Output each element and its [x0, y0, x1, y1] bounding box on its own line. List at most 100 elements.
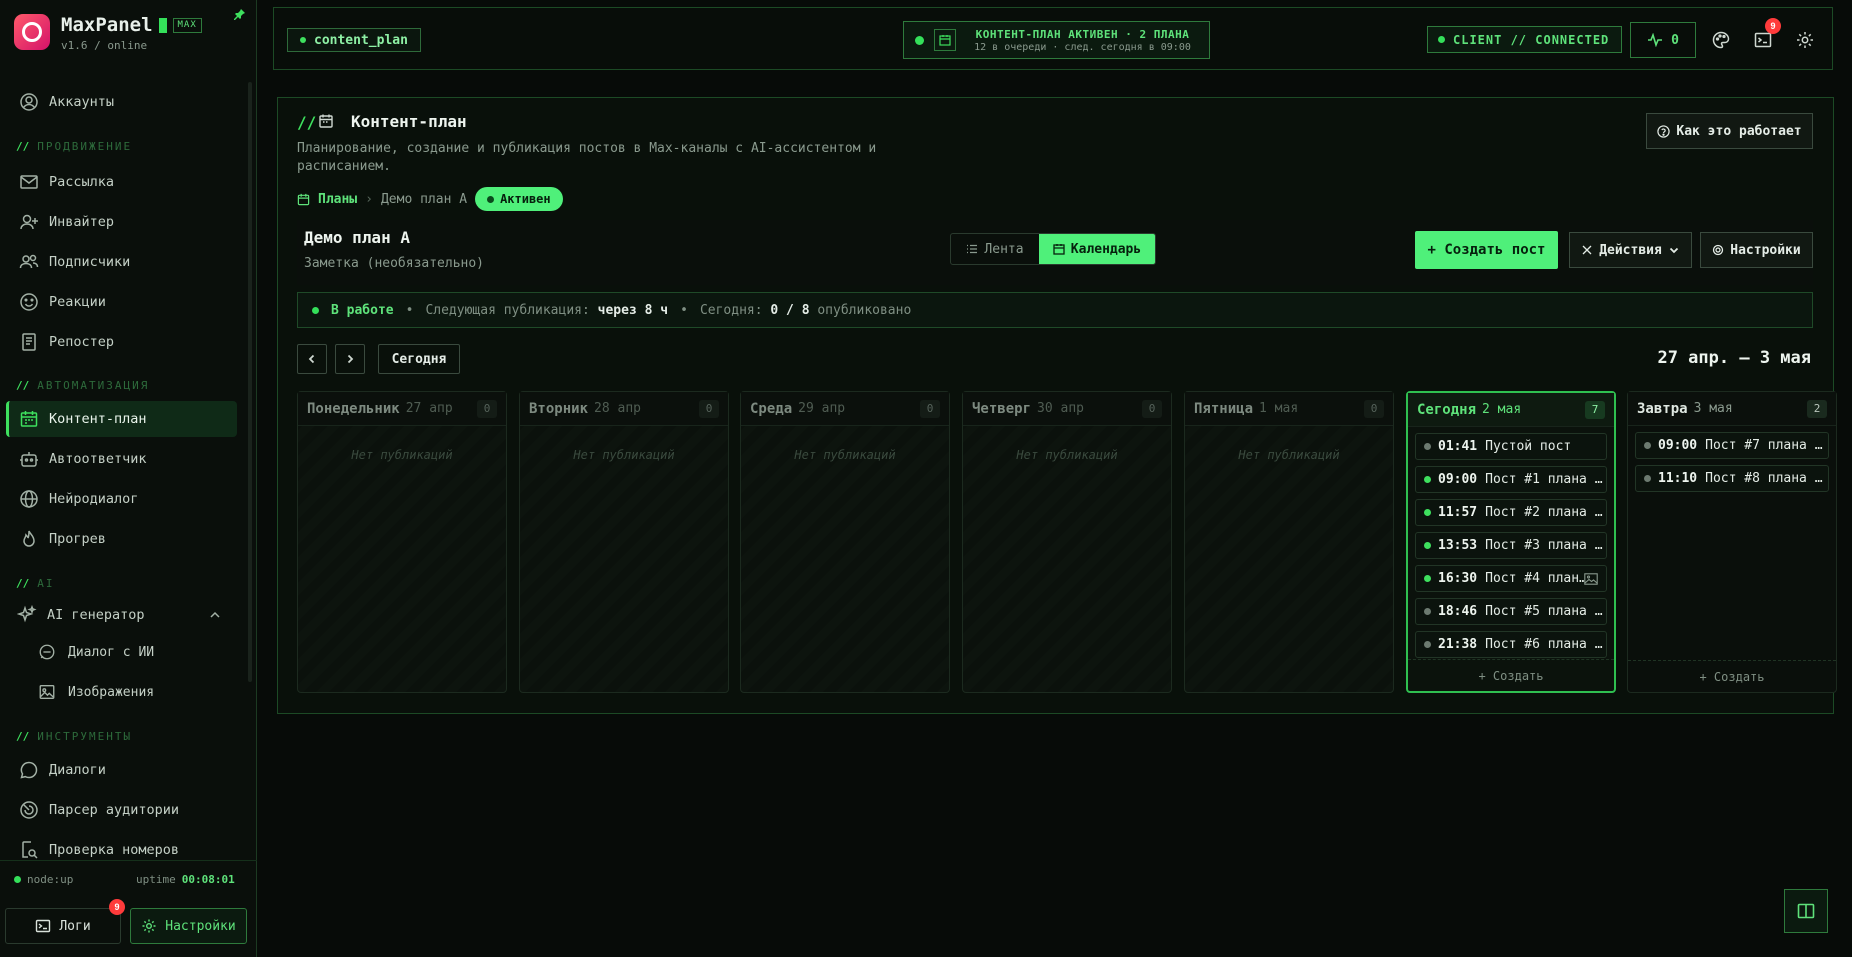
post-card[interactable]: 09:00 Пост #1 плана … — [1415, 466, 1607, 493]
activity-count: 0 — [1671, 32, 1679, 48]
today-value: 0 / 8 — [770, 302, 810, 318]
radar-icon — [20, 801, 38, 819]
add-post-link[interactable]: + Создать — [1628, 660, 1836, 692]
list-icon — [967, 244, 978, 254]
how-it-works-button[interactable]: Как это работает — [1646, 113, 1813, 149]
plan-settings-label: Настройки — [1730, 242, 1801, 258]
page-description: Планирование, создание и публикация пост… — [297, 141, 877, 174]
empty-day-text: Нет публикаций — [351, 448, 453, 462]
today-button[interactable]: Сегодня — [378, 344, 460, 374]
post-title: Пост #4 план… — [1485, 571, 1584, 586]
client-connection-badge: CLIENT // CONNECTED — [1427, 26, 1622, 53]
image-icon — [1584, 572, 1598, 585]
terminal-button[interactable]: 9 — [1753, 18, 1781, 50]
sidebar-item-dialogs[interactable]: Диалоги — [6, 752, 237, 788]
message-circle-icon — [20, 761, 38, 779]
next-week-button[interactable] — [335, 344, 365, 374]
sidebar-item-warmup[interactable]: Прогрев — [6, 521, 237, 557]
sidebar-item-label: AI генератор — [47, 607, 145, 623]
tab-feed[interactable]: Лента — [951, 234, 1039, 264]
sidebar-item-ai-dialog[interactable]: Диалог с ИИ — [26, 634, 237, 670]
plan-settings-button[interactable]: Настройки — [1700, 232, 1813, 268]
day-column[interactable]: Четверг 30 апр 0 Нет публикаций — [962, 391, 1172, 693]
prev-week-button[interactable] — [297, 344, 327, 374]
activity-icon — [1648, 33, 1663, 47]
terminal-badge: 9 — [1765, 18, 1781, 34]
post-card[interactable]: 11:10 Пост #8 плана … — [1635, 465, 1829, 492]
day-column[interactable]: Сегодня 2 мая 7 01:41 Пустой пост 09:00 Пост #… — [1406, 391, 1616, 693]
sidebar-item-content-plan[interactable]: Контент-план — [6, 401, 237, 437]
status-dot — [915, 35, 924, 45]
breadcrumb-plans-link[interactable]: Планы — [297, 192, 357, 207]
sidebar-item-label: Диалог с ИИ — [68, 644, 155, 660]
sidebar-item-audience-parser[interactable]: Парсер аудитории — [6, 792, 237, 828]
activity-button[interactable]: 0 — [1630, 22, 1696, 58]
post-card[interactable]: 11:57 Пост #2 плана … — [1415, 499, 1607, 526]
post-status-dot — [1424, 443, 1431, 450]
day-header: Пятница 1 мая 0 — [1185, 392, 1393, 426]
day-name: Пятница — [1194, 400, 1254, 417]
post-status-dot — [1424, 575, 1431, 582]
post-title: Пустой пост — [1485, 439, 1572, 454]
sidebar-group-ai-generator[interactable]: AI генератор — [6, 597, 237, 633]
sidebar-scrollbar[interactable] — [248, 82, 252, 682]
day-column[interactable]: Среда 29 апр 0 Нет публикаций — [740, 391, 950, 693]
sidebar-item-images[interactable]: Изображения — [26, 674, 237, 710]
globe-icon — [20, 490, 38, 508]
sidebar-item-label: Реакции — [49, 294, 106, 310]
post-card[interactable]: 16:30 Пост #4 план… — [1415, 565, 1607, 592]
add-post-link[interactable]: + Создать — [1408, 659, 1614, 691]
post-card[interactable]: 21:38 Пост #6 плана … — [1415, 631, 1607, 658]
post-card[interactable]: 01:41 Пустой пост — [1415, 433, 1607, 460]
sidebar-item-neurodialog[interactable]: Нейродиалог — [6, 481, 237, 517]
day-column[interactable]: Вторник 28 апр 0 Нет публикаций — [519, 391, 729, 693]
post-time: 21:38 — [1438, 637, 1478, 652]
post-card[interactable]: 13:53 Пост #3 плана … — [1415, 532, 1607, 559]
sidebar-item-reposter[interactable]: Репостер — [6, 324, 237, 360]
tools-icon — [1582, 245, 1592, 255]
day-column[interactable]: Пятница 1 мая 0 Нет публикаций — [1184, 391, 1394, 693]
actions-dropdown[interactable]: Действия — [1569, 232, 1692, 268]
settings-label: Настройки — [165, 918, 236, 934]
sidebar-item-label: Аккаунты — [49, 94, 115, 110]
status-dot — [14, 876, 21, 883]
plan-note-field[interactable]: Заметка (необязательно) — [304, 256, 484, 271]
create-post-button[interactable]: + Создать пост — [1415, 231, 1558, 269]
sidebar-settings-button[interactable]: Настройки — [130, 908, 247, 944]
chevron-right-icon — [347, 354, 354, 364]
pin-icon[interactable] — [234, 8, 246, 20]
split-view-button[interactable] — [1784, 889, 1828, 933]
sidebar-item-accounts[interactable]: Аккаунты — [6, 84, 237, 120]
chevron-up-icon — [210, 611, 220, 618]
sidebar-item-label: Автоответчик — [49, 451, 147, 467]
sidebar-item-label: Парсер аудитории — [49, 802, 180, 818]
sidebar-item-autoresponder[interactable]: Автоответчик — [6, 441, 237, 477]
day-post-count: 0 — [1364, 399, 1384, 418]
breadcrumb-current: Демо план А — [380, 191, 468, 207]
post-status-dot — [1424, 542, 1431, 549]
tab-calendar[interactable]: Календарь — [1039, 234, 1155, 264]
day-post-count: 0 — [477, 399, 497, 418]
post-card[interactable]: 09:00 Пост #7 плана … — [1635, 432, 1829, 459]
help-circle-icon — [1657, 124, 1671, 138]
brand[interactable]: MaxPanel MAX v1.6 / online — [14, 14, 202, 52]
sidebar-item-label: Изображения — [68, 684, 155, 700]
sidebar-item-inviter[interactable]: Инвайтер — [6, 204, 237, 240]
sidebar-item-subscribers[interactable]: Подписчики — [6, 244, 237, 280]
content-plan-status[interactable]: КОНТЕНТ-ПЛАН АКТИВЕН · 2 ПЛАНА 12 в очер… — [903, 21, 1210, 59]
day-column[interactable]: Понедельник 27 апр 0 Нет публикаций — [297, 391, 507, 693]
gear-icon[interactable] — [1795, 30, 1815, 50]
post-card[interactable]: 18:46 Пост #5 плана … — [1415, 598, 1607, 625]
chevron-down-icon — [1669, 247, 1678, 254]
users-icon — [19, 254, 39, 269]
separator: • — [680, 302, 688, 318]
sidebar-item-reactions[interactable]: Реакции — [6, 284, 237, 320]
palette-icon[interactable] — [1711, 30, 1731, 50]
today-label: Сегодня: — [699, 302, 763, 318]
brand-name: MaxPanel — [61, 14, 153, 36]
plan-name[interactable]: Демо план А — [304, 228, 410, 247]
sidebar-item-mailing[interactable]: Рассылка — [6, 164, 237, 200]
day-column[interactable]: Завтра 3 мая 2 09:00 Пост #7 плана … 11:10 Пос… — [1627, 391, 1837, 693]
bot-icon — [20, 452, 38, 467]
logs-button[interactable]: Логи 9 — [5, 899, 125, 944]
